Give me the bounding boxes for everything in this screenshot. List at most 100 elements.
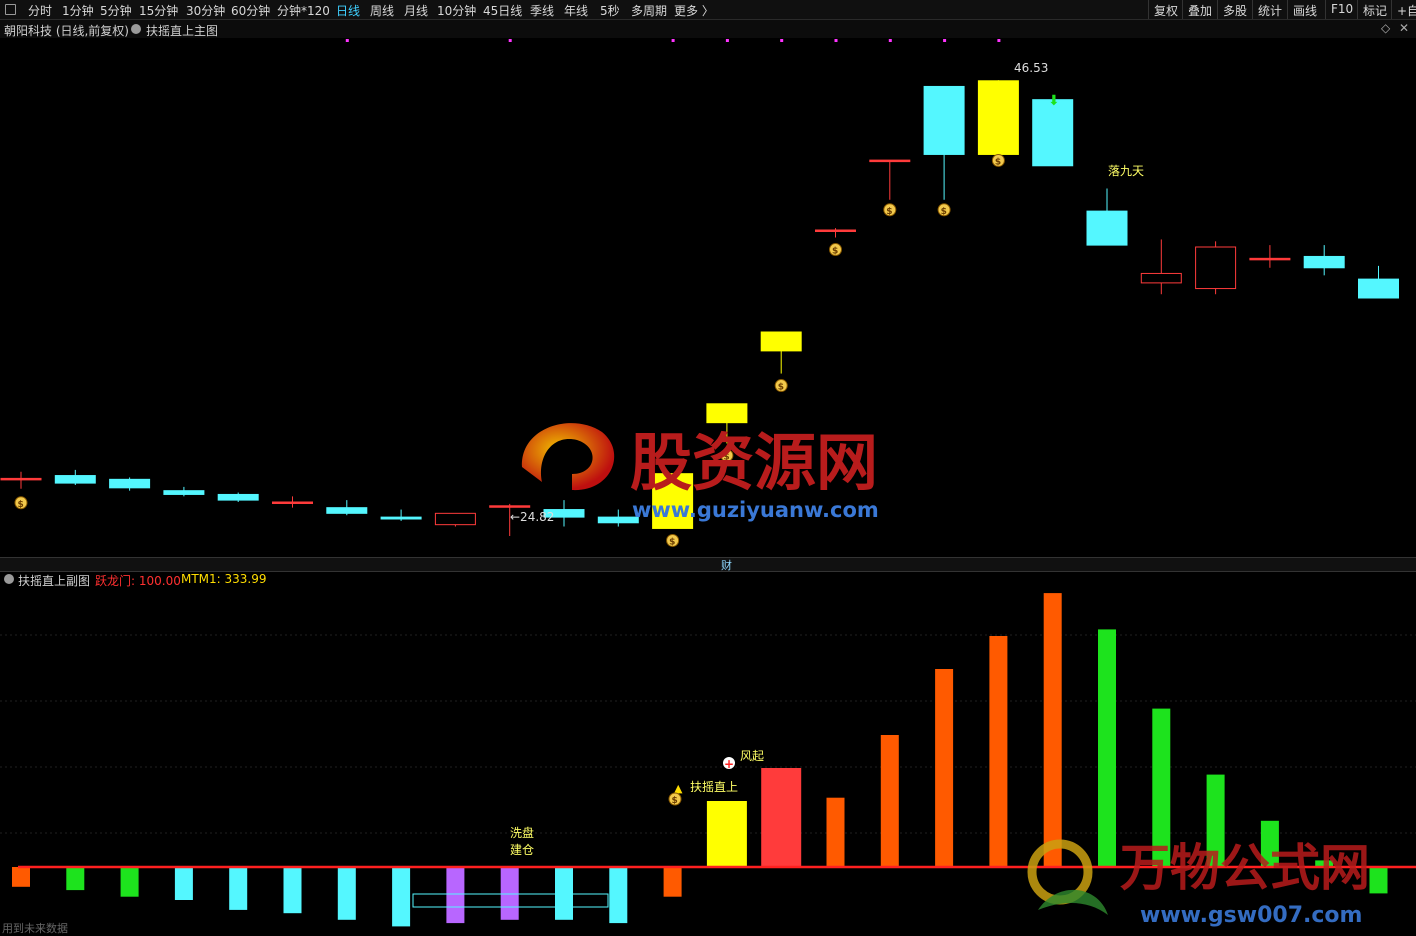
indicator-bar xyxy=(120,867,139,897)
money-bag-glyph: $ xyxy=(18,500,24,510)
toolbar-item-10[interactable]: 10分钟 xyxy=(437,2,476,19)
toolbar-right-item-7[interactable]: +自 xyxy=(1397,2,1416,19)
indicator-bar xyxy=(935,669,954,867)
indicator-bar xyxy=(174,867,193,900)
candle-body xyxy=(1086,210,1128,246)
toolbar-item-0[interactable]: 分时 xyxy=(28,2,52,19)
candle-body xyxy=(272,501,313,504)
indicator-bar xyxy=(706,801,747,867)
sub-label-1: 跃龙门: 100.00 xyxy=(95,574,181,588)
toolbar-item-11[interactable]: 45日线 xyxy=(483,2,522,19)
pane-divider[interactable]: 财 xyxy=(0,557,1416,572)
stock-title: 朝阳科技 (日线,前复权) xyxy=(4,24,129,38)
signal-dot xyxy=(943,39,947,42)
signal-dot xyxy=(780,39,784,42)
candle-body xyxy=(923,85,965,155)
money-bag-glyph: $ xyxy=(886,207,892,217)
wind-plus-glyph: + xyxy=(724,757,734,771)
toolbar-separator xyxy=(1217,0,1218,19)
money-bag-glyph: $ xyxy=(941,207,947,217)
indicator-bar xyxy=(500,867,519,920)
toolbar-item-1[interactable]: 1分钟 xyxy=(62,2,94,19)
candle-body xyxy=(760,331,802,352)
toolbar-item-14[interactable]: 5秒 xyxy=(600,2,620,19)
toolbar-right-item-6[interactable]: 标记 xyxy=(1363,2,1387,19)
toolbar-right-item-0[interactable]: 复权 xyxy=(1154,2,1178,19)
indicator-bar xyxy=(826,797,845,867)
indicator-bar xyxy=(1043,593,1062,867)
watermark-main-url: www.guziyuanw.com xyxy=(632,498,879,522)
toolbar-item-15[interactable]: 多周期 xyxy=(631,2,667,19)
candle-body xyxy=(0,477,42,481)
indicator-bar xyxy=(663,867,682,897)
toolbar-right-item-5[interactable]: F10 xyxy=(1331,2,1353,16)
toolbar-item-13[interactable]: 年线 xyxy=(564,2,588,19)
indicator-bar xyxy=(283,867,302,914)
toolbar-separator xyxy=(1148,0,1149,19)
signal-dot xyxy=(834,39,838,42)
money-bag-glyph: $ xyxy=(672,796,678,806)
signal-dot xyxy=(888,39,892,42)
toolbar-right-item-2[interactable]: 多股 xyxy=(1223,2,1247,19)
high-price-label: 46.53 xyxy=(1014,61,1048,75)
toolbar-separator xyxy=(1287,0,1288,19)
sell-arrow-icon: ⬇ xyxy=(1048,93,1060,109)
indicator-bar xyxy=(229,867,248,910)
toolbar-item-2[interactable]: 5分钟 xyxy=(100,2,132,19)
sub-chart-header: 扶摇直上副图 跃龙门: 100.00 MTM1: 333.99 xyxy=(0,571,1416,589)
sub-label-2: MTM1: 333.99 xyxy=(181,572,267,586)
candle-body xyxy=(217,493,259,501)
indicator-bar xyxy=(337,867,356,920)
watermark-sub-cn: 万物公式网 xyxy=(1120,839,1370,897)
candle-body xyxy=(434,512,476,526)
indicator-bar xyxy=(880,735,899,867)
candle-body xyxy=(326,507,368,514)
money-bag-glyph: $ xyxy=(778,383,784,393)
wind-annotation: 风起 xyxy=(740,749,764,763)
toolbar-item-9[interactable]: 月线 xyxy=(404,2,428,19)
toolbar-item-16[interactable]: 更多 〉 xyxy=(674,2,714,19)
toolbar-separator xyxy=(1182,0,1183,19)
indicator-bar xyxy=(555,867,573,920)
indicator-bar xyxy=(12,867,30,887)
sub-indicator-name[interactable]: 扶摇直上副图 xyxy=(18,572,90,589)
toolbar-item-6[interactable]: 分钟*120 xyxy=(277,2,330,19)
indicator-menu-icon[interactable] xyxy=(131,24,141,34)
sub-indicator-menu-icon[interactable] xyxy=(4,574,14,584)
candle-body xyxy=(1303,255,1345,269)
wash-annotation: 洗盘 xyxy=(510,825,534,840)
fall-annotation: 落九天 xyxy=(1108,164,1144,178)
toolbar-item-8[interactable]: 周线 xyxy=(370,2,394,19)
toolbar-item-5[interactable]: 60分钟 xyxy=(231,2,270,19)
toolbar-right-item-1[interactable]: 叠加 xyxy=(1188,2,1212,19)
signal-dot xyxy=(671,39,675,42)
toolbar-item-7[interactable]: 日线 xyxy=(336,2,360,19)
candle-body xyxy=(1249,257,1291,261)
indicator-bar xyxy=(609,867,628,924)
watermark-sub-url: www.gsw007.com xyxy=(1140,903,1362,928)
candle-body xyxy=(163,490,205,495)
logo-icon xyxy=(521,423,615,491)
main-indicator-name[interactable]: 扶摇直上主图 xyxy=(146,22,218,39)
toolbar-separator xyxy=(1325,0,1326,19)
candle-body xyxy=(54,475,96,484)
toolbar-item-4[interactable]: 30分钟 xyxy=(186,2,225,19)
diamond-icon[interactable]: ◇ xyxy=(1381,21,1390,35)
signal-dot xyxy=(997,39,1001,42)
indicator-bar xyxy=(761,768,802,867)
candle-body xyxy=(380,516,422,520)
toolbar-right-item-4[interactable]: 画线 xyxy=(1293,2,1317,19)
panel-toggle-icon[interactable] xyxy=(5,4,16,15)
close-icon[interactable]: ✕ xyxy=(1399,21,1409,35)
toolbar-right-item-3[interactable]: 统计 xyxy=(1258,2,1282,19)
candle-body xyxy=(1195,246,1237,290)
candle-body xyxy=(1358,278,1399,299)
toolbar-separator xyxy=(1357,0,1358,19)
money-bag-glyph: $ xyxy=(995,157,1001,167)
toolbar-item-3[interactable]: 15分钟 xyxy=(139,2,178,19)
indicator-bar xyxy=(392,867,411,927)
indicator-bar xyxy=(446,867,465,924)
toolbar-item-12[interactable]: 季线 xyxy=(530,2,554,19)
money-bag-glyph: $ xyxy=(669,537,675,547)
money-bag-glyph: $ xyxy=(832,247,838,257)
